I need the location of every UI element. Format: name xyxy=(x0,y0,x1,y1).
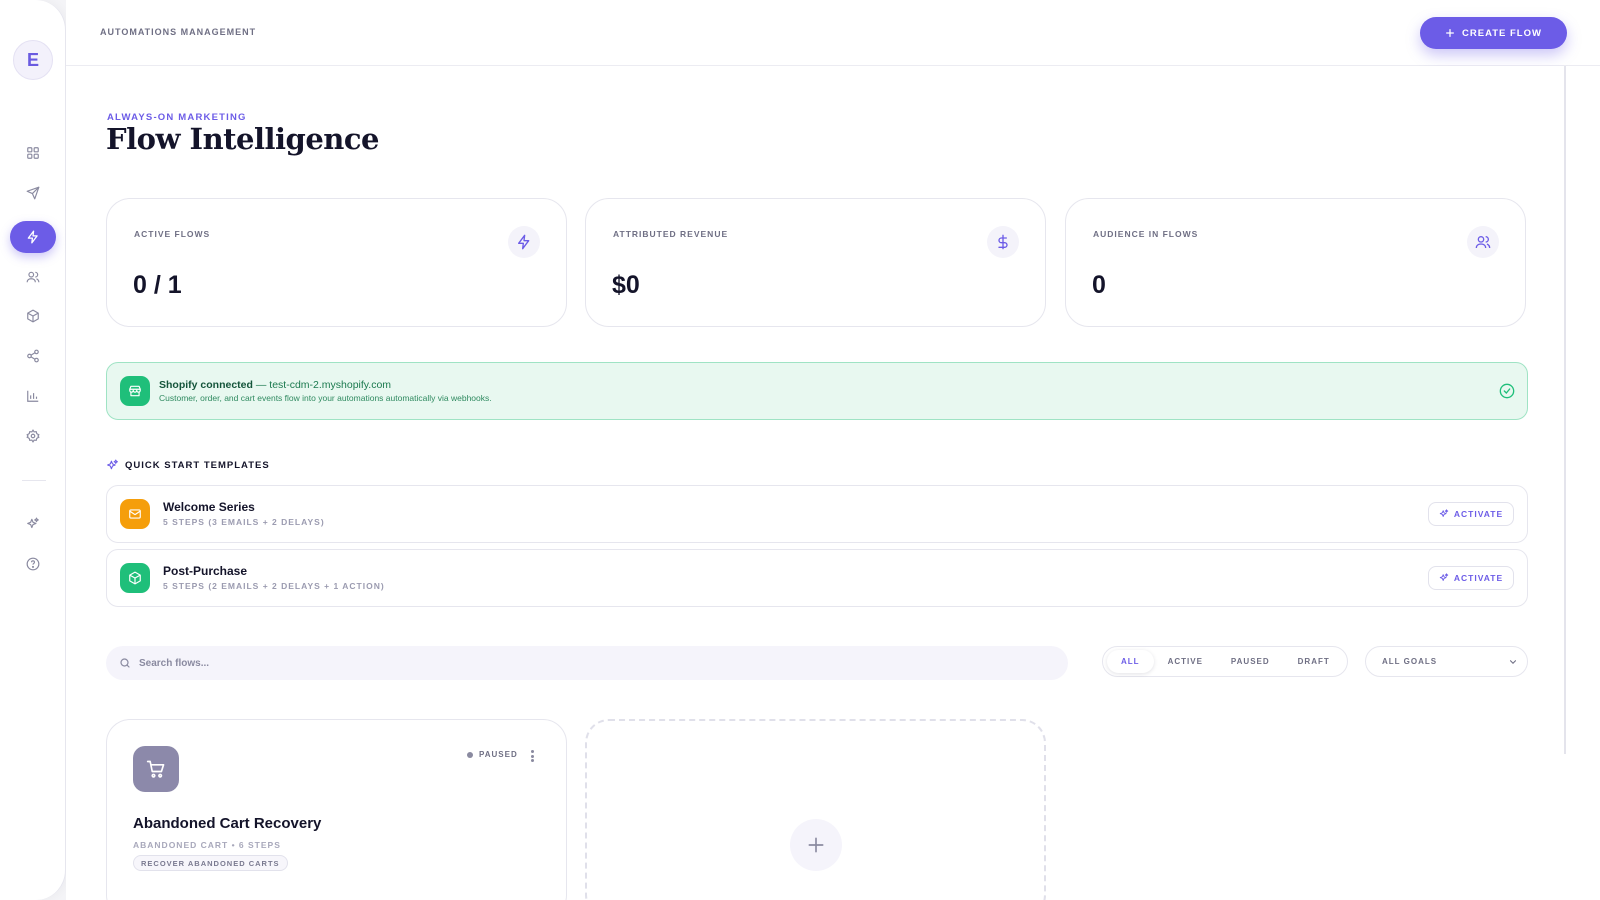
mail-icon xyxy=(120,499,150,529)
flow-name: Abandoned Cart Recovery xyxy=(133,815,322,832)
sidebar-item-settings[interactable] xyxy=(10,420,56,452)
sidebar-item-audience[interactable] xyxy=(10,261,56,293)
stat-card-active-flows: ACTIVE FLOWS 0 / 1 xyxy=(106,198,567,327)
page-title: Flow Intelligence xyxy=(106,122,379,156)
stat-card-audience-in-flows: AUDIENCE IN FLOWS 0 xyxy=(1065,198,1526,327)
filter-tab-paused[interactable]: PAUSED xyxy=(1217,650,1284,673)
flow-goal-badge: RECOVER ABANDONED CARTS xyxy=(133,855,288,871)
top-bar: AUTOMATIONS MANAGEMENT CREATE FLOW xyxy=(66,0,1600,66)
shopify-description: Customer, order, and cart events flow in… xyxy=(159,393,492,403)
sidebar-item-analytics[interactable] xyxy=(10,380,56,412)
templates-title: QUICK START TEMPLATES xyxy=(125,460,270,471)
sparkles-icon xyxy=(26,517,40,531)
stat-label: ACTIVE FLOWS xyxy=(134,229,211,239)
template-meta: 5 STEPS (3 EMAILS + 2 DELAYS) xyxy=(163,517,325,527)
gear-icon xyxy=(26,429,40,443)
box-icon xyxy=(26,309,40,323)
bolt-icon xyxy=(508,226,540,258)
goal-select-value: ALL GOALS xyxy=(1382,657,1438,666)
sparkles-icon xyxy=(106,459,119,472)
activate-post-purchase-button[interactable]: ACTIVATE xyxy=(1428,566,1514,590)
stat-label: AUDIENCE IN FLOWS xyxy=(1093,229,1199,239)
bar-chart-icon xyxy=(26,389,40,403)
more-options-icon[interactable] xyxy=(527,748,537,764)
goal-filter-select[interactable]: ALL GOALS xyxy=(1365,646,1528,677)
status-filter-tabs: ALL ACTIVE PAUSED DRAFT xyxy=(1102,646,1348,677)
stat-value: 0 xyxy=(1092,271,1106,299)
sparkles-icon xyxy=(1439,573,1449,583)
sidebar-item-ai[interactable] xyxy=(10,508,56,540)
template-name: Welcome Series xyxy=(163,500,255,514)
plus-icon xyxy=(790,819,842,871)
shopify-status: Shopify connected xyxy=(159,379,253,391)
sidebar-item-integrations[interactable] xyxy=(10,340,56,372)
sidebar-item-products[interactable] xyxy=(10,300,56,332)
flow-meta: ABANDONED CART • 6 STEPS xyxy=(133,840,281,850)
users-icon xyxy=(26,270,40,284)
sidebar-item-campaigns[interactable] xyxy=(10,177,56,209)
filter-tab-draft[interactable]: DRAFT xyxy=(1284,650,1344,673)
stat-label: ATTRIBUTED REVENUE xyxy=(613,229,729,239)
template-name: Post-Purchase xyxy=(163,564,248,578)
box-icon xyxy=(120,563,150,593)
bolt-icon xyxy=(26,230,40,244)
create-flow-label: CREATE FLOW xyxy=(1462,27,1542,39)
status-dot xyxy=(467,751,473,758)
search-flows-input[interactable] xyxy=(139,657,1039,669)
sparkles-icon xyxy=(1439,509,1449,519)
cart-icon xyxy=(133,746,179,792)
workspace-avatar[interactable]: E xyxy=(13,40,53,80)
search-box xyxy=(106,646,1068,680)
sidebar: E xyxy=(0,0,66,900)
template-meta: 5 STEPS (2 EMAILS + 2 DELAYS + 1 ACTION) xyxy=(163,581,385,591)
sidebar-item-help[interactable] xyxy=(10,548,56,580)
templates-section-header: QUICK START TEMPLATES xyxy=(106,459,270,472)
share-icon xyxy=(26,349,40,363)
sidebar-divider xyxy=(22,480,46,481)
sidebar-item-dashboard[interactable] xyxy=(10,137,56,169)
stat-value: $0 xyxy=(612,271,640,299)
create-flow-button[interactable]: CREATE FLOW xyxy=(1420,17,1567,49)
main-area: AUTOMATIONS MANAGEMENT CREATE FLOW ALWAY… xyxy=(66,0,1600,900)
stat-card-attributed-revenue: ATTRIBUTED REVENUE $0 xyxy=(585,198,1046,327)
header-title: AUTOMATIONS MANAGEMENT xyxy=(100,27,257,37)
sidebar-item-automations[interactable] xyxy=(10,221,56,253)
dollar-icon xyxy=(987,226,1019,258)
users-icon xyxy=(1467,226,1499,258)
flow-card-abandoned-cart[interactable]: PAUSED Abandoned Cart Recovery ABANDONED… xyxy=(106,719,567,900)
shopify-domain: — test-cdm-2.myshopify.com xyxy=(255,379,392,391)
store-icon xyxy=(120,376,150,406)
scrollbar[interactable] xyxy=(1564,66,1566,754)
filter-tab-active[interactable]: ACTIVE xyxy=(1154,650,1217,673)
send-icon xyxy=(26,186,40,200)
search-icon xyxy=(119,657,131,669)
activate-welcome-series-button[interactable]: ACTIVATE xyxy=(1428,502,1514,526)
status-badge: PAUSED xyxy=(467,750,518,759)
chevron-down-icon xyxy=(1508,657,1518,667)
template-row-post-purchase: Post-Purchase 5 STEPS (2 EMAILS + 2 DELA… xyxy=(106,549,1528,607)
stat-value: 0 / 1 xyxy=(133,271,182,299)
activate-label: ACTIVATE xyxy=(1453,573,1504,583)
content: ALWAYS-ON MARKETING Flow Intelligence AC… xyxy=(66,66,1600,900)
filter-tab-all[interactable]: ALL xyxy=(1107,650,1154,673)
new-flow-card[interactable] xyxy=(585,719,1046,900)
activate-label: ACTIVATE xyxy=(1453,509,1504,519)
help-circle-icon xyxy=(26,557,40,571)
grid-icon xyxy=(26,146,40,160)
shopify-status-line: Shopify connected — test-cdm-2.myshopify… xyxy=(159,379,391,391)
shopify-connected-banner: Shopify connected — test-cdm-2.myshopify… xyxy=(106,362,1528,420)
check-circle-icon xyxy=(1499,383,1515,404)
plus-icon xyxy=(1445,28,1455,38)
template-row-welcome-series: Welcome Series 5 STEPS (3 EMAILS + 2 DEL… xyxy=(106,485,1528,543)
status-label: PAUSED xyxy=(479,750,518,759)
